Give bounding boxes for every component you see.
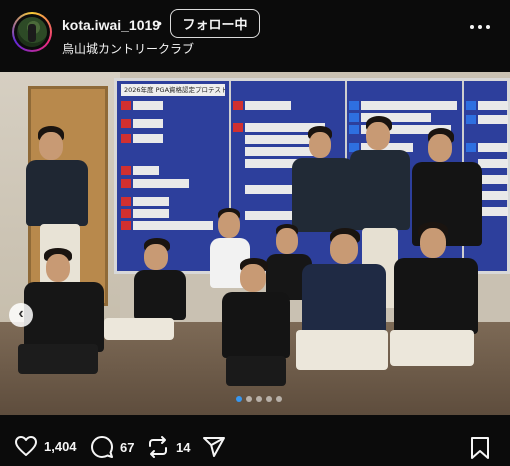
- post-photo[interactable]: 2026年度 PGA資格認定プロテスト 最終プロテスト: [0, 72, 510, 415]
- bookmark-icon[interactable]: [470, 436, 490, 460]
- following-button[interactable]: フォロー中: [170, 9, 260, 38]
- repost-count[interactable]: 14: [176, 440, 190, 455]
- comment-count[interactable]: 67: [120, 440, 134, 455]
- avatar[interactable]: [12, 12, 52, 52]
- share-action[interactable]: [202, 435, 226, 459]
- header-separator: •: [157, 15, 162, 31]
- chevron-left-icon: ‹: [18, 305, 24, 322]
- carousel-prev-button[interactable]: ‹: [9, 303, 33, 327]
- heart-icon[interactable]: [14, 435, 38, 457]
- action-bar: 1,404 67 14: [0, 425, 510, 466]
- more-horizontal-icon[interactable]: [470, 25, 492, 31]
- repost-action[interactable]: 14: [146, 435, 190, 459]
- post-header: kota.iwai_1019 • フォロー中 烏山城カントリークラブ: [0, 0, 510, 66]
- scoreboard-title: 2026年度 PGA資格認定プロテスト 最終プロテスト: [121, 84, 225, 96]
- person: [390, 222, 484, 392]
- person: [296, 228, 392, 408]
- carousel-dot: [246, 396, 252, 402]
- avatar-image: [17, 17, 47, 47]
- location-link[interactable]: 烏山城カントリークラブ: [62, 40, 194, 57]
- share-plane-icon[interactable]: [202, 435, 226, 459]
- person: [18, 248, 118, 388]
- carousel-dot: [236, 396, 242, 402]
- person: [104, 238, 190, 348]
- carousel-dot: [276, 396, 282, 402]
- carousel-indicator: [236, 396, 282, 402]
- repost-icon[interactable]: [146, 435, 170, 459]
- username-link[interactable]: kota.iwai_1019: [62, 17, 160, 33]
- person: [218, 258, 294, 398]
- carousel-dot: [266, 396, 272, 402]
- save-action[interactable]: [470, 436, 490, 465]
- like-action[interactable]: 1,404: [14, 435, 77, 457]
- carousel-dot: [256, 396, 262, 402]
- like-count[interactable]: 1,404: [44, 439, 77, 454]
- comment-bubble-icon[interactable]: [90, 435, 114, 459]
- comment-action[interactable]: 67: [90, 435, 134, 459]
